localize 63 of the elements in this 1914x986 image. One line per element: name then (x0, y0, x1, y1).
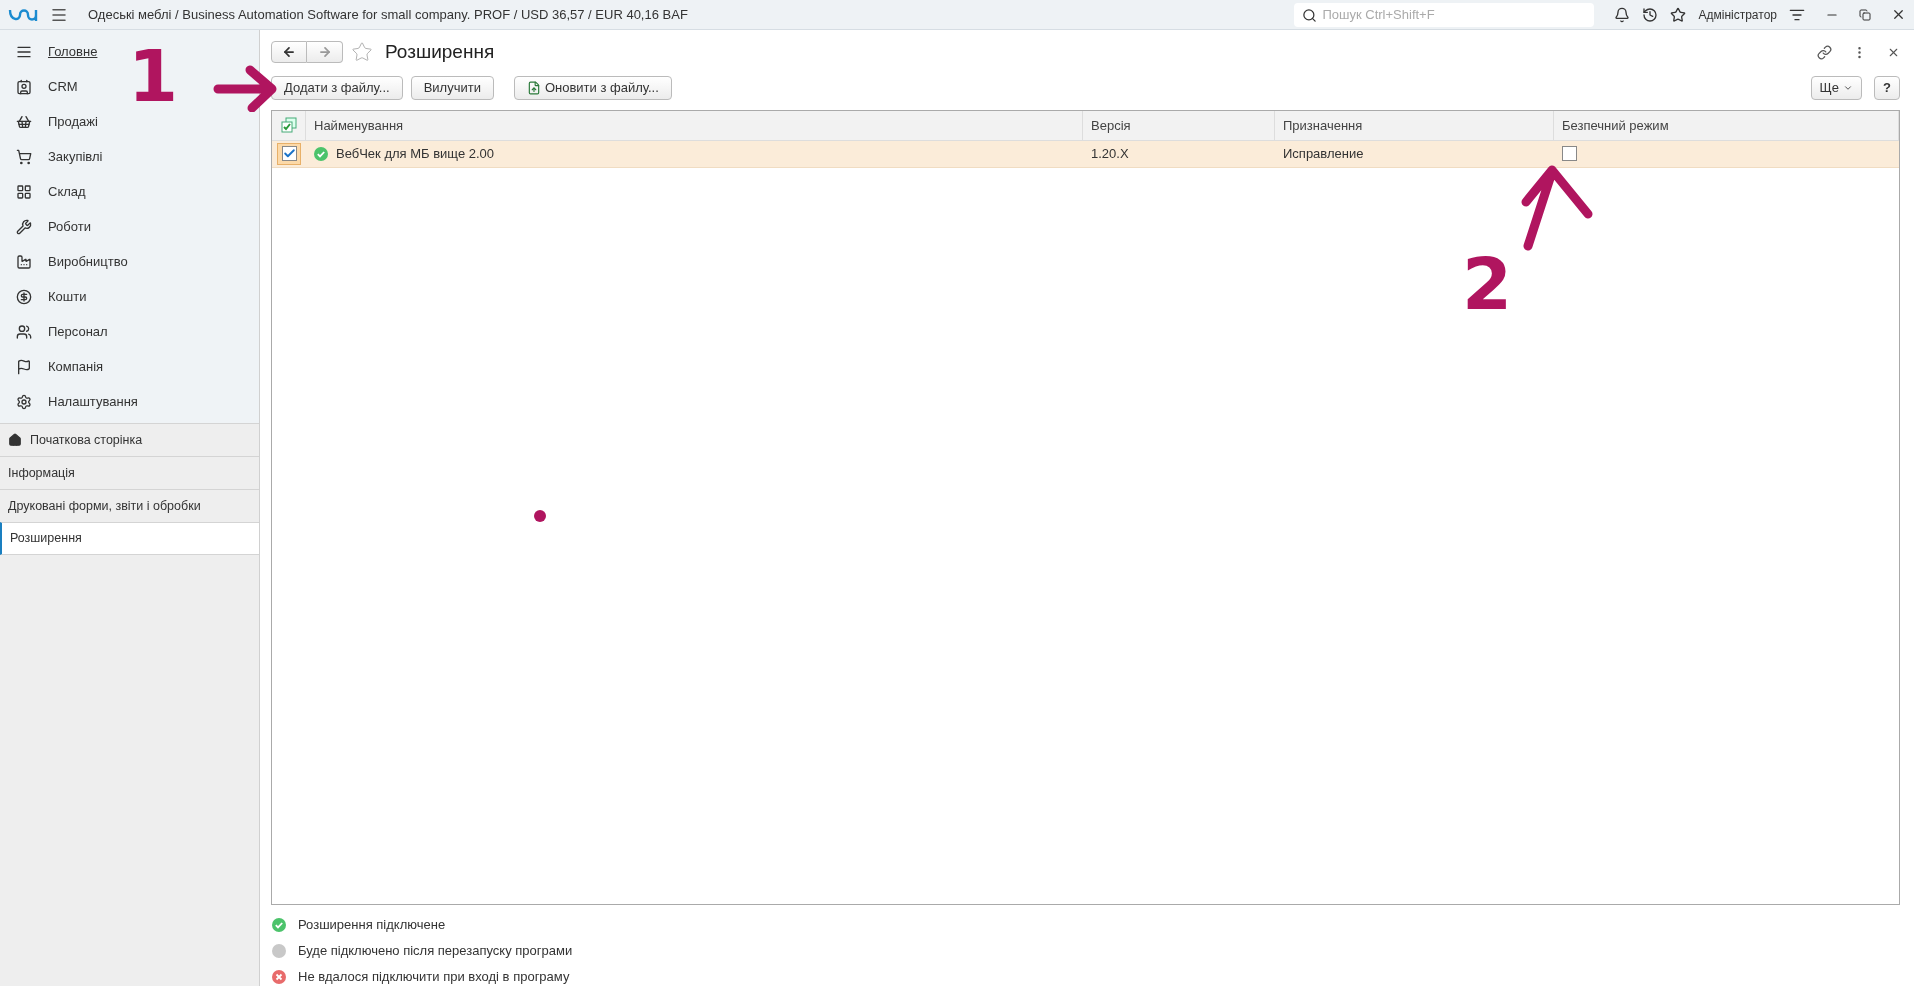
user-name[interactable]: Адміністратор (1698, 5, 1777, 24)
star-icon[interactable] (351, 41, 373, 63)
sidebar-item[interactable]: Персонал (0, 314, 124, 349)
logo-icon (8, 6, 38, 23)
sidebar-item[interactable]: Склад (0, 174, 102, 209)
history-icon[interactable] (1642, 6, 1659, 23)
cart-icon (16, 148, 32, 165)
sidebar-item[interactable]: Закупівлі (0, 139, 119, 174)
link-icon[interactable] (1817, 44, 1832, 60)
checkboxes-icon[interactable] (280, 117, 297, 134)
sidebar-item[interactable]: Компанія (0, 349, 120, 384)
people-icon (16, 323, 32, 340)
annotation-arrow (212, 64, 278, 112)
checkbox[interactable] (1562, 146, 1577, 162)
flag-icon (16, 358, 32, 375)
legend-text: Не вдалося підключити при вході в програму (298, 967, 570, 986)
form-title: Розширення (385, 39, 495, 64)
restore-icon[interactable] (1859, 8, 1871, 21)
check-circle-icon (272, 917, 286, 932)
sidebar-item[interactable]: Кошти (0, 279, 103, 314)
table-cell-text: 1.20.X (1091, 145, 1129, 164)
toolbar-button[interactable]: Оновити з файлу... (513, 75, 672, 100)
sidebar-item[interactable]: CRM (0, 69, 94, 104)
sidebar-item[interactable]: Головне (0, 34, 114, 69)
grid-icon (16, 183, 32, 200)
factory-icon (16, 253, 32, 270)
file-update-icon (526, 80, 541, 95)
star-icon[interactable] (1670, 6, 1687, 23)
more-button[interactable]: Ще (1810, 75, 1862, 100)
bell-icon[interactable] (1614, 6, 1631, 23)
column-header[interactable]: Безпечний режим (1554, 110, 1899, 140)
toolbar-button[interactable]: Додати з файлу... (271, 75, 403, 100)
window-title: Одеські меблі / Business Automation Software for small company. PROF / USD 36,57 / EUR 40,16 BAF (88, 5, 688, 24)
help-button[interactable]: ? (1874, 75, 1900, 100)
annotation-number: 2 (1462, 248, 1513, 320)
annotation-number: 1 (128, 40, 179, 112)
contact-card-icon (16, 78, 32, 95)
column-header[interactable]: Найменування (306, 110, 1083, 140)
table-cell-text: ВебЧек для МБ вище 2.00 (336, 145, 495, 164)
close-icon[interactable] (1891, 7, 1906, 22)
toolbar-button[interactable]: Вилучити (410, 75, 494, 100)
back-button[interactable] (271, 41, 307, 63)
sidebar-link[interactable]: Розширення (0, 522, 259, 555)
table-row[interactable]: ВебЧек для МБ вище 2.00 1.20.X Исправление (272, 140, 1899, 168)
checkbox[interactable] (277, 142, 301, 165)
search-field[interactable]: Пошук Ctrl+Shift+F (1294, 2, 1595, 27)
legend-text: Розширення підключене (298, 915, 446, 934)
column-header[interactable]: Версія (1083, 110, 1275, 140)
check-circle-icon (314, 146, 328, 161)
sidebar-item[interactable]: Виробництво (0, 244, 144, 279)
settings-icon (16, 393, 32, 410)
sidebar-item[interactable]: Роботи (0, 209, 107, 244)
coin-icon (16, 288, 32, 305)
tools-icon (16, 218, 32, 235)
legend-text: Буде підключено після перезапуску програми (298, 941, 573, 960)
search-icon (1302, 7, 1318, 23)
circle-icon (272, 943, 286, 958)
basket-icon (16, 113, 32, 130)
home-icon (8, 433, 22, 447)
column-header[interactable]: Призначення (1275, 110, 1554, 140)
sidebar-item[interactable]: Продажі (0, 104, 114, 139)
sidebar-item[interactable]: Налаштування (0, 384, 154, 419)
table-cell-text: Исправление (1283, 145, 1364, 164)
